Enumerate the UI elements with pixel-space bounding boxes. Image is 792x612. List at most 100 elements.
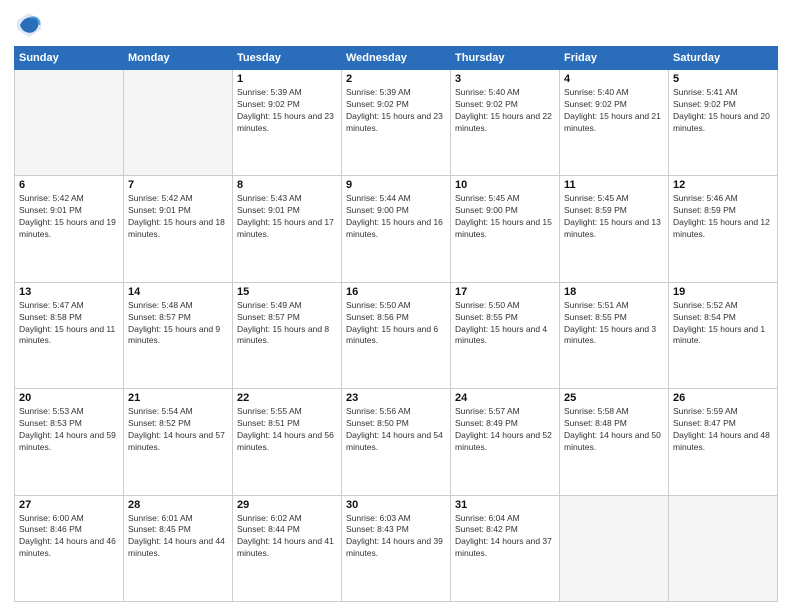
day-number: 28 — [128, 499, 228, 511]
calendar-cell: 1Sunrise: 5:39 AMSunset: 9:02 PMDaylight… — [233, 70, 342, 176]
cell-info: Sunrise: 5:46 AMSunset: 8:59 PMDaylight:… — [673, 193, 773, 241]
cell-info: Sunrise: 5:58 AMSunset: 8:48 PMDaylight:… — [564, 406, 664, 454]
cell-info: Sunrise: 5:48 AMSunset: 8:57 PMDaylight:… — [128, 300, 228, 348]
cell-info: Sunrise: 6:01 AMSunset: 8:45 PMDaylight:… — [128, 513, 228, 561]
day-number: 22 — [237, 392, 337, 404]
day-number: 30 — [346, 499, 446, 511]
calendar-cell: 28 Sunrise: 6:01 AMSunset: 8:45 PMDayligh… — [124, 495, 233, 601]
day-number: 9 — [346, 179, 446, 191]
calendar-cell: 17 Sunrise: 5:50 AMSunset: 8:55 PMDayligh… — [451, 282, 560, 388]
day-number: 4 — [564, 73, 664, 85]
day-of-week-header: Saturday — [669, 47, 778, 70]
cell-info: Sunrise: 5:42 AMSunset: 9:01 PMDaylight:… — [19, 193, 119, 241]
day-of-week-header: Sunday — [15, 47, 124, 70]
logo-icon — [14, 10, 44, 40]
cell-info: Sunrise: 6:00 AMSunset: 8:46 PMDaylight:… — [19, 513, 119, 561]
calendar-cell: 29 Sunrise: 6:02 AMSunset: 8:44 PMDayligh… — [233, 495, 342, 601]
cell-info: Sunrise: 6:04 AMSunset: 8:42 PMDaylight:… — [455, 513, 555, 561]
day-number: 10 — [455, 179, 555, 191]
calendar-week-row: 13 Sunrise: 5:47 AMSunset: 8:58 PMDayligh… — [15, 282, 778, 388]
calendar-cell: 2 Sunrise: 5:39 AMSunset: 9:02 PMDaylight… — [342, 70, 451, 176]
calendar-cell: 8Sunrise: 5:43 AMSunset: 9:01 PMDaylight… — [233, 176, 342, 282]
day-number: 15 — [237, 286, 337, 298]
day-number: 3 — [455, 73, 555, 85]
calendar-cell: 22 Sunrise: 5:55 AMSunset: 8:51 PMDayligh… — [233, 389, 342, 495]
cell-info: Sunrise: 6:03 AMSunset: 8:43 PMDaylight:… — [346, 513, 446, 561]
cell-info: Sunrise: 5:56 AMSunset: 8:50 PMDaylight:… — [346, 406, 446, 454]
cell-info: Sunrise: 5:40 AMSunset: 9:02 PMDaylight:… — [455, 87, 555, 135]
calendar-cell: 27 Sunrise: 6:00 AMSunset: 8:46 PMDayligh… — [15, 495, 124, 601]
calendar-cell: 7 Sunrise: 5:42 AMSunset: 9:01 PMDaylight… — [124, 176, 233, 282]
calendar-cell — [15, 70, 124, 176]
calendar-header-row: SundayMondayTuesdayWednesdayThursdayFrid… — [15, 47, 778, 70]
day-number: 25 — [564, 392, 664, 404]
cell-info: Sunrise: 5:59 AMSunset: 8:47 PMDaylight:… — [673, 406, 773, 454]
day-of-week-header: Tuesday — [233, 47, 342, 70]
header — [14, 10, 778, 40]
day-number: 19 — [673, 286, 773, 298]
day-number: 1 — [237, 73, 337, 85]
calendar-cell: 19 Sunrise: 5:52 AMSunset: 8:54 PMDayligh… — [669, 282, 778, 388]
day-number: 23 — [346, 392, 446, 404]
day-number: 24 — [455, 392, 555, 404]
day-number: 17 — [455, 286, 555, 298]
day-number: 14 — [128, 286, 228, 298]
calendar-cell: 15 Sunrise: 5:49 AMSunset: 8:57 PMDayligh… — [233, 282, 342, 388]
day-number: 13 — [19, 286, 119, 298]
calendar-week-row: 20 Sunrise: 5:53 AMSunset: 8:53 PMDayligh… — [15, 389, 778, 495]
cell-info: Sunrise: 5:49 AMSunset: 8:57 PMDaylight:… — [237, 300, 337, 348]
cell-info: Sunrise: 5:55 AMSunset: 8:51 PMDaylight:… — [237, 406, 337, 454]
cell-info: Sunrise: 5:43 AMSunset: 9:01 PMDaylight:… — [237, 193, 337, 241]
calendar-cell: 6Sunrise: 5:42 AMSunset: 9:01 PMDaylight… — [15, 176, 124, 282]
cell-info: Sunrise: 5:50 AMSunset: 8:55 PMDaylight:… — [455, 300, 555, 348]
calendar-cell: 16 Sunrise: 5:50 AMSunset: 8:56 PMDayligh… — [342, 282, 451, 388]
calendar-week-row: 27 Sunrise: 6:00 AMSunset: 8:46 PMDayligh… — [15, 495, 778, 601]
calendar-week-row: 6Sunrise: 5:42 AMSunset: 9:01 PMDaylight… — [15, 176, 778, 282]
day-of-week-header: Thursday — [451, 47, 560, 70]
calendar-cell: 21 Sunrise: 5:54 AMSunset: 8:52 PMDayligh… — [124, 389, 233, 495]
cell-info: Sunrise: 5:45 AMSunset: 8:59 PMDaylight:… — [564, 193, 664, 241]
day-number: 12 — [673, 179, 773, 191]
day-number: 16 — [346, 286, 446, 298]
calendar-cell: 3 Sunrise: 5:40 AMSunset: 9:02 PMDaylight… — [451, 70, 560, 176]
cell-info: Sunrise: 5:57 AMSunset: 8:49 PMDaylight:… — [455, 406, 555, 454]
day-number: 27 — [19, 499, 119, 511]
cell-info: Sunrise: 5:44 AMSunset: 9:00 PMDaylight:… — [346, 193, 446, 241]
calendar-cell: 4Sunrise: 5:40 AMSunset: 9:02 PMDaylight… — [560, 70, 669, 176]
calendar-cell: 10 Sunrise: 5:45 AMSunset: 9:00 PMDayligh… — [451, 176, 560, 282]
cell-info: Sunrise: 5:54 AMSunset: 8:52 PMDaylight:… — [128, 406, 228, 454]
day-number: 20 — [19, 392, 119, 404]
calendar-cell — [124, 70, 233, 176]
page: SundayMondayTuesdayWednesdayThursdayFrid… — [0, 0, 792, 612]
calendar-cell: 5Sunrise: 5:41 AMSunset: 9:02 PMDaylight… — [669, 70, 778, 176]
calendar-cell: 24 Sunrise: 5:57 AMSunset: 8:49 PMDayligh… — [451, 389, 560, 495]
cell-info: Sunrise: 5:39 AMSunset: 9:02 PMDaylight:… — [346, 87, 446, 135]
calendar-cell: 26 Sunrise: 5:59 AMSunset: 8:47 PMDayligh… — [669, 389, 778, 495]
day-of-week-header: Friday — [560, 47, 669, 70]
day-of-week-header: Wednesday — [342, 47, 451, 70]
cell-info: Sunrise: 5:52 AMSunset: 8:54 PMDaylight:… — [673, 300, 773, 348]
day-number: 31 — [455, 499, 555, 511]
cell-info: Sunrise: 5:41 AMSunset: 9:02 PMDaylight:… — [673, 87, 773, 135]
calendar-cell: 30 Sunrise: 6:03 AMSunset: 8:43 PMDayligh… — [342, 495, 451, 601]
cell-info: Sunrise: 5:50 AMSunset: 8:56 PMDaylight:… — [346, 300, 446, 348]
day-number: 2 — [346, 73, 446, 85]
calendar-cell — [560, 495, 669, 601]
cell-info: Sunrise: 5:53 AMSunset: 8:53 PMDaylight:… — [19, 406, 119, 454]
day-number: 21 — [128, 392, 228, 404]
calendar-cell: 20 Sunrise: 5:53 AMSunset: 8:53 PMDayligh… — [15, 389, 124, 495]
cell-info: Sunrise: 6:02 AMSunset: 8:44 PMDaylight:… — [237, 513, 337, 561]
day-number: 7 — [128, 179, 228, 191]
calendar-cell: 31 Sunrise: 6:04 AMSunset: 8:42 PMDayligh… — [451, 495, 560, 601]
calendar-week-row: 1 Sunrise: 5:39 AMSunset: 9:02 PMDaylight… — [15, 70, 778, 176]
day-number: 29 — [237, 499, 337, 511]
calendar-cell — [669, 495, 778, 601]
day-of-week-header: Monday — [124, 47, 233, 70]
calendar-cell: 13 Sunrise: 5:47 AMSunset: 8:58 PMDayligh… — [15, 282, 124, 388]
calendar-table: SundayMondayTuesdayWednesdayThursdayFrid… — [14, 46, 778, 602]
cell-info: Sunrise: 5:45 AMSunset: 9:00 PMDaylight:… — [455, 193, 555, 241]
cell-info: Sunrise: 5:42 AMSunset: 9:01 PMDaylight:… — [128, 193, 228, 241]
cell-info: Sunrise: 5:47 AMSunset: 8:58 PMDaylight:… — [19, 300, 119, 348]
day-number: 26 — [673, 392, 773, 404]
calendar-cell: 25 Sunrise: 5:58 AMSunset: 8:48 PMDayligh… — [560, 389, 669, 495]
